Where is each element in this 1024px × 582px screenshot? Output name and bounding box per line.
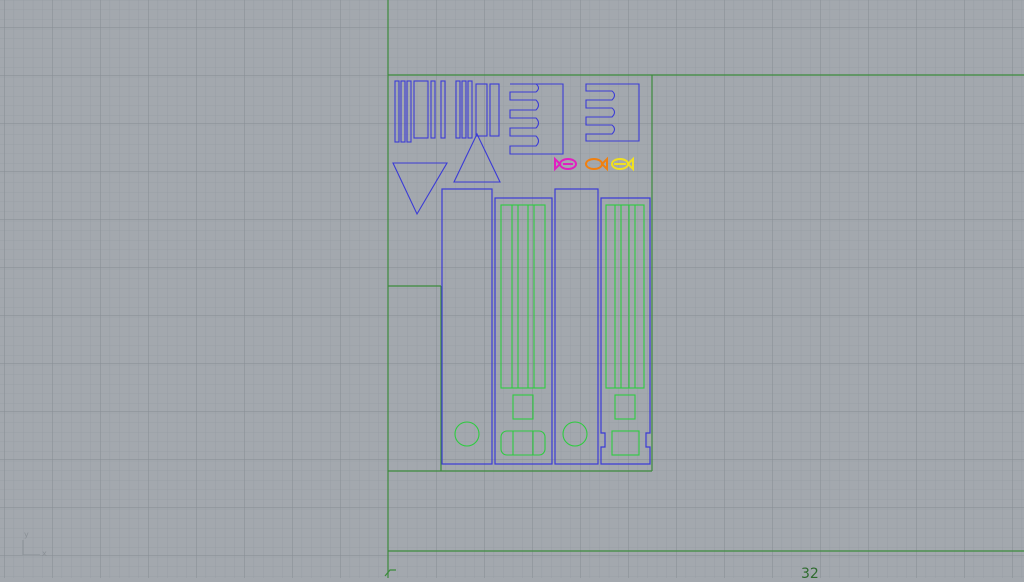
cad-viewport[interactable]: y x 32: [0, 0, 1024, 582]
ruler-label: 32: [801, 566, 819, 582]
axis-widget-y-label: y: [24, 530, 29, 539]
viewport-canvas[interactable]: y x: [0, 0, 1024, 578]
axis-widget-x-label: x: [42, 549, 47, 558]
